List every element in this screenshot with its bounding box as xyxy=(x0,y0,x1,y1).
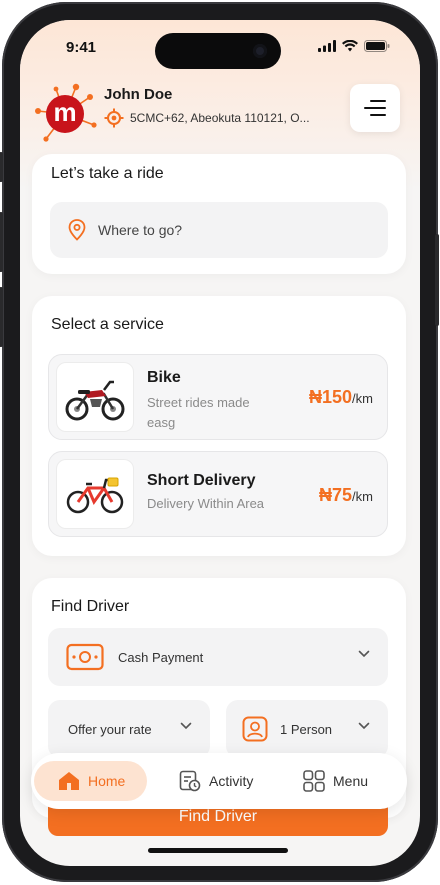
signal-icon xyxy=(318,40,336,52)
home-icon xyxy=(59,772,79,790)
bottom-tab-bar: Home Activity Menu xyxy=(31,753,407,809)
offer-rate-select[interactable]: Offer your rate xyxy=(48,700,210,758)
user-name: John Doe xyxy=(104,86,173,103)
bicycle-thumbnail xyxy=(56,459,134,529)
payment-method-value: Cash Payment xyxy=(118,649,204,665)
camera-icon xyxy=(253,44,267,58)
service-option-bike[interactable]: Bike Street rides made easg ₦150/km xyxy=(48,354,388,440)
ride-title: Let’s take a ride xyxy=(51,165,164,182)
motorbike-icon xyxy=(65,380,125,421)
ride-card: Let’s take a ride Where to go? xyxy=(32,154,406,274)
avatar-network[interactable]: m xyxy=(32,81,104,151)
volume-down-button xyxy=(0,287,3,347)
volume-up-button xyxy=(0,212,3,272)
tab-activity[interactable]: Activity xyxy=(179,761,253,801)
app-header: m John Doe 5CMC+62, Abeokuta 110121, O..… xyxy=(20,76,420,156)
service-card: Select a service Bike Street rides made … xyxy=(32,296,406,556)
service-price: ₦150/km xyxy=(309,387,373,408)
battery-icon xyxy=(364,40,390,52)
phone-frame: 9:41 m John Doe 5CMC+62, Abeokuta 110121… xyxy=(0,2,439,882)
destination-placeholder: Where to go? xyxy=(98,222,183,238)
tab-label: Home xyxy=(88,773,126,789)
payment-method-select[interactable]: Cash Payment xyxy=(48,628,388,686)
cash-icon xyxy=(66,643,104,671)
grid-menu-icon xyxy=(303,770,325,792)
service-price: ₦75/km xyxy=(319,485,373,506)
offer-rate-label: Offer your rate xyxy=(68,721,152,737)
service-name: Bike xyxy=(147,369,181,386)
price-unit: /km xyxy=(352,391,373,406)
wifi-icon xyxy=(342,40,358,52)
current-location[interactable]: 5CMC+62, Abeokuta 110121, O... xyxy=(104,108,310,128)
avatar: m xyxy=(46,95,84,133)
chevron-down-icon xyxy=(358,650,370,658)
home-indicator[interactable] xyxy=(148,848,288,853)
passenger-count-value: 1 Person xyxy=(280,721,333,737)
price-amount: ₦150 xyxy=(309,387,353,407)
tab-label: Menu xyxy=(333,773,369,789)
location-text: 5CMC+62, Abeokuta 110121, O... xyxy=(130,111,310,125)
service-title: Select a service xyxy=(51,316,164,333)
destination-input[interactable]: Where to go? xyxy=(50,202,388,258)
status-bar: 9:41 xyxy=(20,20,420,72)
hamburger-icon xyxy=(364,100,386,116)
service-name: Short Delivery xyxy=(147,472,256,489)
find-driver-title: Find Driver xyxy=(51,598,130,615)
tab-label: Activity xyxy=(209,773,254,789)
dynamic-island xyxy=(155,33,281,69)
person-icon xyxy=(242,716,268,742)
service-option-short-delivery[interactable]: Short Delivery Delivery Within Area ₦75/… xyxy=(48,451,388,537)
bicycle-icon xyxy=(66,477,124,514)
activity-icon xyxy=(179,770,201,792)
status-icons xyxy=(318,40,390,52)
tab-menu[interactable]: Menu xyxy=(303,761,368,801)
price-amount: ₦75 xyxy=(319,485,353,505)
chevron-down-icon xyxy=(358,722,370,730)
location-pin-icon xyxy=(68,219,86,241)
app-screen: 9:41 m John Doe 5CMC+62, Abeokuta 110121… xyxy=(20,20,420,866)
service-description: Street rides made easg xyxy=(147,395,250,430)
service-description: Delivery Within Area xyxy=(147,496,265,511)
passenger-count-select[interactable]: 1 Person xyxy=(226,700,388,758)
power-button xyxy=(435,234,439,326)
tab-home[interactable]: Home xyxy=(34,761,148,801)
bike-thumbnail xyxy=(56,362,134,432)
hamburger-menu-button[interactable] xyxy=(350,84,400,132)
chevron-down-icon xyxy=(180,722,192,730)
location-target-icon xyxy=(104,108,124,128)
status-time: 9:41 xyxy=(66,39,97,56)
action-button xyxy=(0,152,3,182)
price-unit: /km xyxy=(352,489,373,504)
